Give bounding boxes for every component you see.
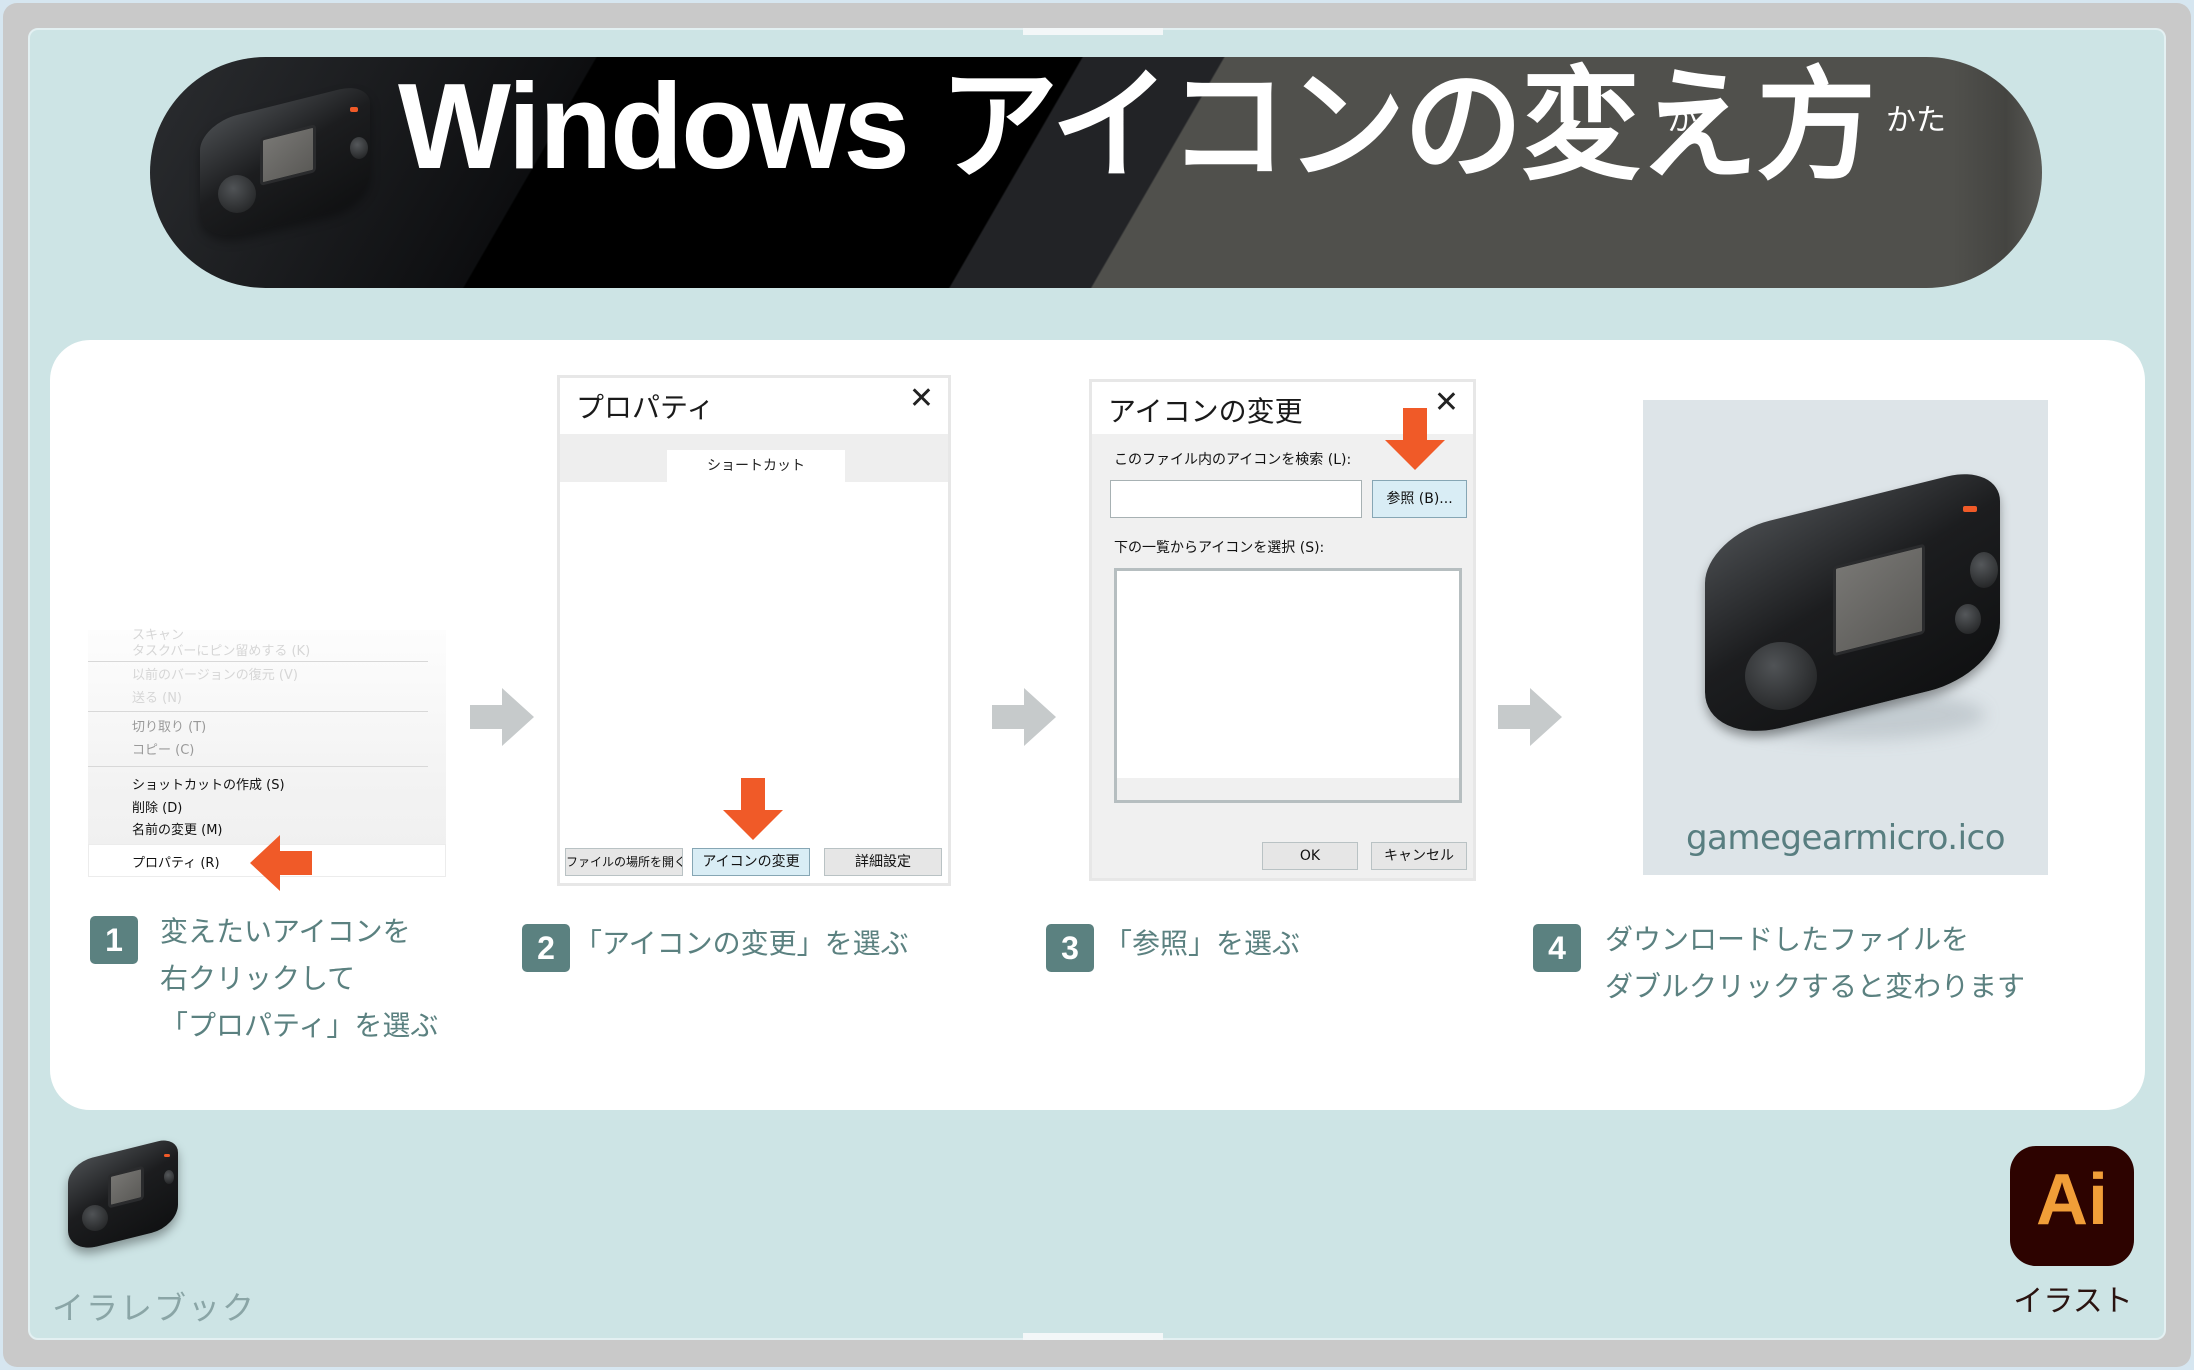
next-arrow-icon xyxy=(992,688,1056,746)
open-file-location-button[interactable]: ファイルの場所を開く xyxy=(565,848,683,876)
illustrator-app-label: イラスト xyxy=(2013,1284,2133,1319)
menu-item-copy[interactable]: コピー (C) xyxy=(132,739,194,758)
horizontal-scrollbar[interactable] xyxy=(1117,778,1459,800)
step-text: 「アイコンの変更」を選ぶ xyxy=(574,927,909,960)
tab-shortcut[interactable]: ショートカット xyxy=(667,450,845,482)
next-arrow-icon xyxy=(470,688,534,746)
ico-file-name: gamegearmicro.ico xyxy=(1685,818,2006,858)
brand-name: イラレブック xyxy=(52,1289,257,1327)
cancel-button[interactable]: キャンセル xyxy=(1371,842,1467,870)
bottom-handle xyxy=(1023,1333,1163,1340)
dialog-title: プロパティ xyxy=(576,391,715,424)
illustrator-app-icon[interactable]: Ai xyxy=(2010,1146,2134,1266)
icon-file-path-input[interactable] xyxy=(1110,480,1362,518)
icon-list-label: 下の一覧からアイコンを選択 (S): xyxy=(1114,540,1325,556)
step-3-caption: 3 「参照」を選ぶ xyxy=(1046,924,1300,972)
illustrator-icon-text: Ai xyxy=(2036,1160,2108,1240)
step-4-caption: 4 ダウンロードしたファイルを ダブルクリックすると変わります xyxy=(1533,923,2025,1010)
ruby-ka: か xyxy=(1667,103,1697,138)
menu-item-cut[interactable]: 切り取り (T) xyxy=(132,716,206,735)
close-icon[interactable]: ✕ xyxy=(909,384,934,414)
next-arrow-icon xyxy=(1498,688,1562,746)
menu-separator xyxy=(88,661,428,662)
menu-item-pin-taskbar[interactable]: タスクバーにピン留めする (K) xyxy=(132,640,310,659)
search-label: このファイル内のアイコンを検索 (L): xyxy=(1114,452,1352,468)
step-text: 「参照」を選ぶ xyxy=(1104,927,1301,960)
ico-file-preview[interactable]: gamegearmicro.ico xyxy=(1643,400,2048,875)
menu-item-send-to[interactable]: 送る (N) xyxy=(132,687,182,706)
menu-item-restore-versions[interactable]: 以前のバージョンの復元 (V) xyxy=(132,664,298,683)
step-1-caption: 1 変えたいアイコンを 右クリックして 「プロパティ」を選ぶ xyxy=(90,915,438,1049)
game-gear-micro-icon xyxy=(1705,463,2000,747)
ruby-kata: かた xyxy=(1886,103,1946,138)
menu-item-rename[interactable]: 名前の変更 (M) xyxy=(132,819,223,838)
step-2-caption: 2 「アイコンの変更」を選ぶ xyxy=(522,924,909,972)
orange-arrow-down-icon xyxy=(1385,408,1445,470)
ok-button[interactable]: OK xyxy=(1262,842,1358,870)
game-gear-micro-icon xyxy=(200,81,370,245)
step-number-badge: 4 xyxy=(1533,924,1581,972)
orange-arrow-left-icon xyxy=(250,835,312,891)
menu-item-delete[interactable]: 削除 (D) xyxy=(132,797,182,816)
step-number-badge: 3 xyxy=(1046,924,1094,972)
page-title: Windows アイコンの変え方 xyxy=(398,58,1876,194)
step-number-badge: 2 xyxy=(522,924,570,972)
menu-item-create-shortcut[interactable]: ショットカットの作成 (S) xyxy=(132,774,285,793)
dialog-title: アイコンの変更 xyxy=(1108,395,1303,428)
brand-logo-icon xyxy=(68,1136,178,1254)
menu-separator xyxy=(88,766,428,767)
menu-item-properties[interactable]: プロパティ (R) xyxy=(132,852,220,871)
orange-arrow-down-icon xyxy=(723,778,783,840)
icon-list[interactable] xyxy=(1114,568,1462,803)
browse-button[interactable]: 参照 (B)... xyxy=(1372,480,1467,518)
step-text: 変えたいアイコンを 右クリックして 「プロパティ」を選ぶ xyxy=(160,915,439,1042)
advanced-button[interactable]: 詳細設定 xyxy=(824,848,942,876)
step-number-badge: 1 xyxy=(90,916,138,964)
step-text: ダウンロードしたファイルを ダブルクリックすると変わります xyxy=(1605,923,2026,1003)
top-handle xyxy=(1023,28,1163,35)
change-icon-button[interactable]: アイコンの変更 xyxy=(692,848,810,876)
menu-separator xyxy=(88,711,428,712)
